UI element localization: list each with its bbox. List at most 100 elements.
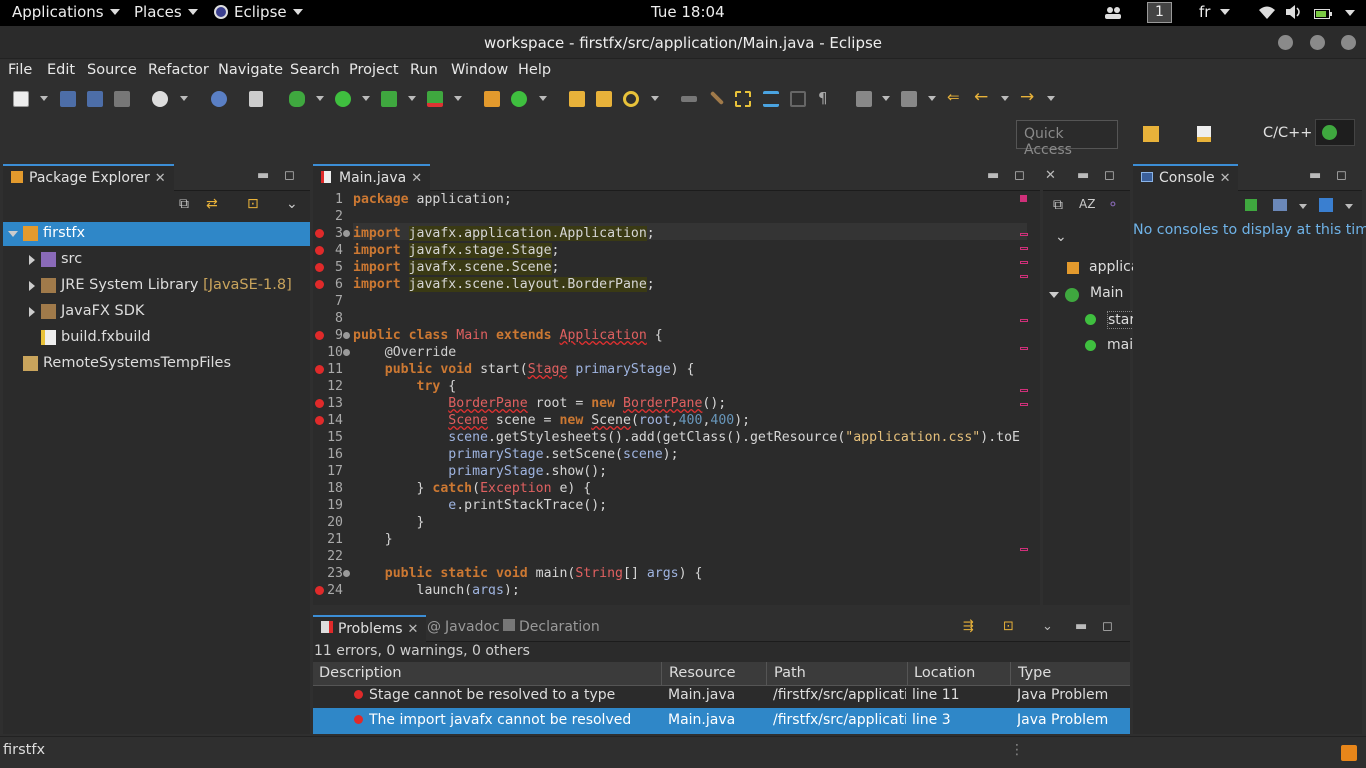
menu-refactor[interactable]: Refactor [148, 62, 209, 78]
ruler-mark[interactable] [1020, 389, 1028, 392]
minimize-icon[interactable]: ▬ [1309, 168, 1321, 183]
workspace-indicator[interactable]: 1 [1147, 2, 1172, 23]
view-menu-icon[interactable]: ⌄ [1042, 619, 1053, 634]
maximize-icon[interactable]: ◻ [1102, 619, 1113, 634]
search-java-icon[interactable] [211, 91, 227, 107]
close-icon[interactable]: ✕ [155, 171, 166, 186]
pin-console-icon[interactable] [1245, 199, 1257, 211]
collapse-all-icon[interactable]: ⧉ [179, 196, 189, 212]
pilcrow-icon[interactable]: ¶ [818, 89, 834, 107]
minimize-icon[interactable]: ▬ [257, 168, 269, 183]
user-icon[interactable] [152, 91, 168, 107]
open-type-icon[interactable] [569, 91, 585, 107]
expand-icon[interactable] [1049, 292, 1059, 298]
forward-arrow-icon[interactable]: → [1020, 87, 1036, 107]
close-icon[interactable]: ✕ [408, 622, 419, 637]
menu-help[interactable]: Help [518, 62, 551, 78]
toggle-mark-occurrences-icon[interactable] [681, 96, 697, 102]
outline-item-main-method[interactable]: mai [1043, 335, 1133, 359]
collapse-icon[interactable] [29, 281, 35, 291]
minimize-button[interactable] [1278, 35, 1293, 50]
error-marker-icon[interactable] [315, 586, 324, 595]
maximize-icon[interactable]: ◻ [284, 168, 295, 183]
external-tools-icon[interactable] [427, 91, 443, 107]
minimize-icon[interactable]: ▬ [987, 168, 999, 183]
battery-icon[interactable] [1314, 6, 1332, 24]
show-whitespace-icon[interactable] [790, 91, 806, 107]
minimize-icon[interactable]: ▬ [1075, 619, 1087, 634]
next-annotation-icon[interactable] [856, 91, 872, 107]
ruler-mark[interactable] [1020, 347, 1028, 350]
chevron-down-icon[interactable] [316, 96, 324, 101]
tree-item-javafx-sdk[interactable]: JavaFX SDK [3, 300, 310, 324]
app-menu[interactable]: Eclipse [214, 3, 303, 21]
outline-item-main[interactable]: Main [1043, 283, 1130, 307]
error-marker-icon[interactable] [315, 280, 324, 289]
fold-icon[interactable] [343, 570, 350, 577]
overview-ruler[interactable] [1016, 195, 1030, 595]
chevron-down-icon[interactable] [40, 96, 48, 101]
perspective-label[interactable]: C/C++ [1263, 125, 1312, 141]
new-java-package-icon[interactable] [484, 91, 500, 107]
table-row[interactable]: The import javafx cannot be resolved Mai… [313, 708, 1130, 734]
last-edit-icon[interactable]: ⇐ [947, 88, 963, 106]
menu-file[interactable]: File [8, 62, 32, 78]
error-marker-icon[interactable] [315, 263, 324, 272]
tree-item-remote-systems[interactable]: RemoteSystemsTempFiles [3, 352, 310, 376]
menu-search[interactable]: Search [290, 62, 340, 78]
view-menu-icon[interactable]: ⌄ [1055, 229, 1067, 245]
column-path[interactable]: Path [774, 665, 806, 681]
tab-declaration[interactable]: Declaration [495, 615, 608, 642]
error-marker-icon[interactable] [315, 229, 324, 238]
column-resource[interactable]: Resource [669, 665, 736, 681]
close-icon[interactable]: ✕ [411, 171, 422, 186]
previous-annotation-icon[interactable] [901, 91, 917, 107]
focus-on-selection-icon[interactable]: ⊡ [1003, 619, 1014, 634]
close-icon[interactable]: ✕ [1220, 171, 1231, 186]
rss-icon[interactable] [1341, 745, 1357, 761]
error-marker-icon[interactable] [315, 365, 324, 374]
display-console-icon[interactable] [1273, 199, 1287, 211]
minimize-icon[interactable]: ▬ [1077, 168, 1089, 183]
expand-icon[interactable] [8, 231, 18, 237]
open-perspective-icon[interactable] [1143, 126, 1159, 142]
chevron-down-icon[interactable] [1047, 96, 1055, 101]
fold-icon[interactable] [343, 349, 350, 356]
view-menu-icon[interactable]: ⌄ [286, 196, 298, 212]
ruler-mark[interactable] [1020, 275, 1028, 278]
close-button[interactable] [1341, 35, 1356, 50]
ruler-mark[interactable] [1020, 403, 1028, 406]
column-description[interactable]: Description [319, 665, 402, 681]
maximize-button[interactable] [1310, 35, 1325, 50]
error-marker-icon[interactable] [315, 246, 324, 255]
tab-main-java[interactable]: Main.java ✕ [313, 164, 431, 191]
table-row[interactable]: Stage cannot be resolved to a type Main.… [313, 683, 1130, 709]
places-menu[interactable]: Places [134, 3, 198, 21]
java-perspective-button[interactable] [1315, 119, 1355, 146]
ruler-mark[interactable] [1020, 548, 1028, 551]
menu-source[interactable]: Source [87, 62, 137, 78]
outline-item-package[interactable]: applica [1043, 257, 1139, 281]
word-wrap-icon[interactable] [763, 91, 779, 107]
save-all-icon[interactable] [87, 91, 103, 107]
error-marker-icon[interactable] [315, 331, 324, 340]
search-icon[interactable] [623, 91, 639, 107]
save-icon[interactable] [60, 91, 76, 107]
open-console-icon[interactable] [1319, 198, 1333, 212]
sort-icon[interactable]: AZ [1079, 197, 1095, 211]
code-editor[interactable]: 1 2 3 4 5 6 7 8 9 10 11 12 13 14 15 16 1… [313, 192, 1027, 595]
open-task-icon[interactable] [596, 91, 612, 107]
fold-icon[interactable] [343, 230, 350, 237]
error-marker-icon[interactable] [315, 399, 324, 408]
chevron-down-icon[interactable] [362, 96, 370, 101]
new-java-class-icon[interactable] [511, 91, 527, 107]
new-icon[interactable] [13, 91, 29, 107]
collapse-icon[interactable] [29, 307, 35, 317]
debug-icon[interactable] [289, 91, 305, 107]
collapse-icon[interactable] [29, 255, 35, 265]
applications-menu[interactable]: Applications [12, 3, 120, 21]
chevron-down-icon[interactable] [180, 96, 188, 101]
menu-run[interactable]: Run [410, 62, 438, 78]
wifi-icon[interactable] [1258, 5, 1276, 23]
coverage-icon[interactable] [381, 91, 397, 107]
